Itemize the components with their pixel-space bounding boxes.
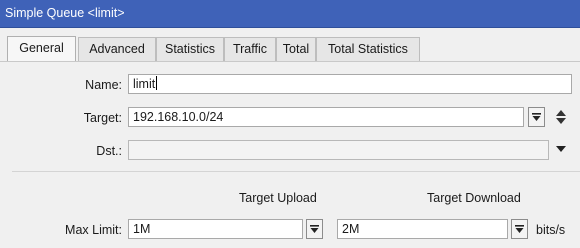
target-dropdown-button[interactable] xyxy=(528,107,545,127)
target-download-header: Target Download xyxy=(427,191,521,205)
max-limit-upload-value: 1M xyxy=(133,222,151,236)
tab-advanced[interactable]: Advanced xyxy=(78,37,156,61)
target-upload-header: Target Upload xyxy=(239,191,317,205)
name-value: limit xyxy=(133,77,156,91)
name-input[interactable]: limit xyxy=(128,74,572,94)
dst-label: Dst.: xyxy=(96,144,122,158)
bits-unit-label: bits/s xyxy=(536,223,566,237)
tab-total[interactable]: Total xyxy=(276,37,316,61)
target-label: Target: xyxy=(83,111,122,125)
tab-total-statistics[interactable]: Total Statistics xyxy=(316,37,420,61)
dropdown-list-icon xyxy=(532,113,541,121)
tab-general[interactable]: General xyxy=(7,36,76,62)
triangle-down-icon[interactable] xyxy=(555,144,567,154)
dropdown-list-icon xyxy=(310,225,319,233)
tab-statistics[interactable]: Statistics xyxy=(156,37,224,61)
dst-input[interactable] xyxy=(128,140,549,160)
max-limit-upload-dropdown-button[interactable] xyxy=(306,219,323,239)
tab-bar: General Advanced Statistics Traffic Tota… xyxy=(0,36,580,62)
tab-traffic[interactable]: Traffic xyxy=(224,37,276,61)
dropdown-list-icon xyxy=(515,225,524,233)
target-input[interactable]: 192.168.10.0/24 xyxy=(128,107,524,127)
max-limit-download-dropdown-button[interactable] xyxy=(511,219,528,239)
window-title: Simple Queue <limit> xyxy=(5,6,125,20)
window-titlebar[interactable]: Simple Queue <limit> xyxy=(0,0,580,28)
section-separator xyxy=(12,171,580,172)
max-limit-download-value: 2M xyxy=(342,222,360,236)
target-value: 192.168.10.0/24 xyxy=(133,110,224,124)
up-down-arrows-icon[interactable] xyxy=(555,108,567,126)
tab-divider xyxy=(0,61,580,62)
max-limit-label: Max Limit: xyxy=(65,223,122,237)
name-label: Name: xyxy=(85,78,122,92)
max-limit-upload-input[interactable]: 1M xyxy=(128,219,303,239)
text-cursor xyxy=(156,76,158,90)
max-limit-download-input[interactable]: 2M xyxy=(337,219,508,239)
